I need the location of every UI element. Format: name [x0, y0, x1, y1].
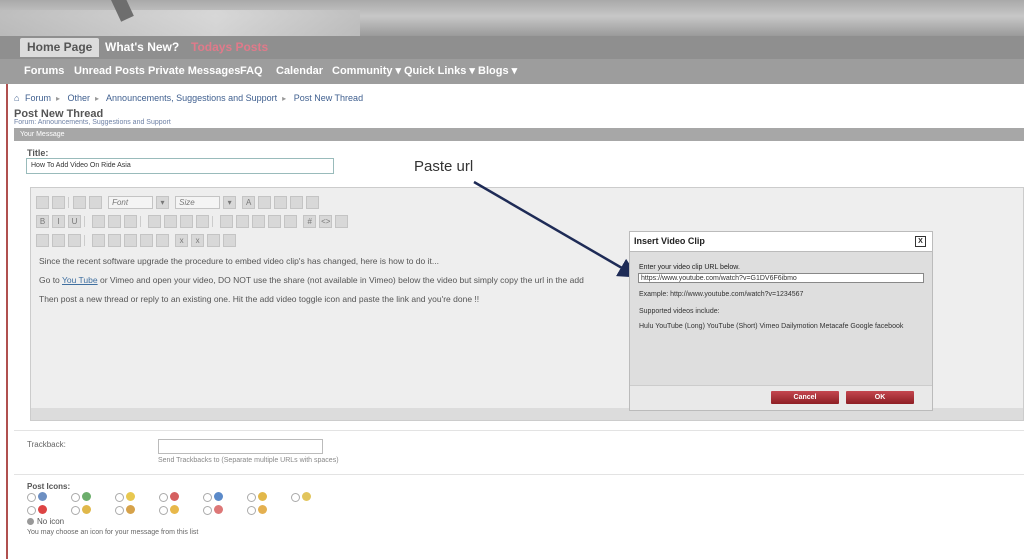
insert-video-dialog: Insert Video Clip X Enter your video cli… [629, 231, 933, 411]
ok-button[interactable]: OK [846, 391, 914, 404]
radio-selected[interactable] [27, 518, 34, 526]
post-icon-glyph-icon [38, 505, 47, 514]
post-icon-option[interactable] [27, 505, 47, 515]
divider [14, 474, 1024, 475]
radio-button[interactable] [247, 493, 256, 502]
supported-list: Hulu YouTube (Long) YouTube (Short) Vime… [639, 323, 904, 330]
post-icon-option[interactable] [159, 505, 179, 515]
dialog-example: Example: http://www.youtube.com/watch?v=… [639, 291, 804, 298]
post-icons-label: Post Icons: [27, 482, 71, 491]
close-icon[interactable]: X [915, 236, 926, 247]
trackback-input[interactable] [158, 439, 323, 454]
post-icon-glyph-icon [126, 492, 135, 501]
post-icon-option[interactable] [291, 492, 311, 502]
video-url-input[interactable]: https://www.youtube.com/watch?v=G1DV6F6i… [638, 273, 924, 283]
post-icon-option[interactable] [203, 505, 223, 515]
dialog-title: Insert Video Clip [634, 236, 705, 246]
supported-label: Supported videos include: [639, 308, 720, 315]
post-icon-glyph-icon [170, 492, 179, 501]
post-icon-glyph-icon [302, 492, 311, 501]
post-icon-option[interactable] [203, 492, 223, 502]
radio-button[interactable] [115, 493, 124, 502]
post-icon-option[interactable] [71, 492, 91, 502]
post-icon-glyph-icon [214, 492, 223, 501]
post-icon-glyph-icon [214, 505, 223, 514]
radio-button[interactable] [115, 506, 124, 515]
radio-button[interactable] [159, 506, 168, 515]
radio-button[interactable] [203, 506, 212, 515]
post-icon-glyph-icon [126, 505, 135, 514]
post-icon-option[interactable] [115, 505, 135, 515]
radio-button[interactable] [159, 493, 168, 502]
post-icon-glyph-icon [38, 492, 47, 501]
dialog-prompt: Enter your video clip URL below. [639, 264, 740, 271]
divider [14, 430, 1024, 431]
post-icon-option[interactable] [247, 505, 267, 515]
post-icon-glyph-icon [258, 492, 267, 501]
post-icon-glyph-icon [82, 505, 91, 514]
radio-button[interactable] [203, 493, 212, 502]
post-icon-option[interactable] [71, 505, 91, 515]
post-icon-option[interactable] [115, 492, 135, 502]
radio-button[interactable] [291, 493, 300, 502]
post-icon-glyph-icon [170, 505, 179, 514]
radio-button[interactable] [71, 493, 80, 502]
radio-button[interactable] [27, 493, 36, 502]
trackback-label: Trackback: [27, 440, 66, 449]
post-icons-hint: You may choose an icon for your message … [27, 529, 199, 536]
post-icon-glyph-icon [82, 492, 91, 501]
post-icon-glyph-icon [258, 505, 267, 514]
radio-button[interactable] [247, 506, 256, 515]
no-icon-option[interactable]: No icon [27, 517, 64, 526]
post-icon-option[interactable] [159, 492, 179, 502]
post-icon-option[interactable] [247, 492, 267, 502]
trackback-hint: Send Trackbacks to (Separate multiple UR… [158, 457, 339, 464]
cancel-button[interactable]: Cancel [771, 391, 839, 404]
dialog-footer: Cancel OK [630, 385, 932, 410]
radio-button[interactable] [27, 506, 36, 515]
post-icon-option[interactable] [27, 492, 47, 502]
dialog-header: Insert Video Clip X [630, 232, 932, 252]
radio-button[interactable] [71, 506, 80, 515]
